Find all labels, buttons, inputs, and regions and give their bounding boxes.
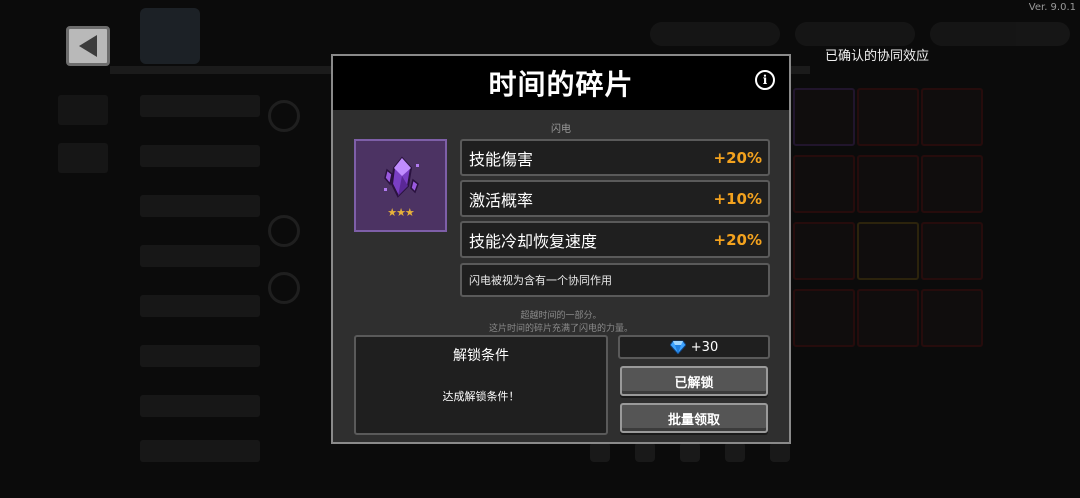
bg-item-slot [857, 155, 919, 213]
back-button[interactable] [66, 26, 110, 66]
bg-list-item [140, 440, 260, 462]
stat-row: 技能冷却恢复速度 +20% [460, 221, 770, 258]
version-label: Ver. 9.0.1 [1028, 2, 1076, 13]
bg-tab [58, 95, 108, 125]
modal-header: 时间的碎片 i [333, 56, 789, 110]
bg-item-slot [793, 289, 855, 347]
bg-list-item [140, 395, 260, 417]
bg-resource-bar [930, 22, 1070, 46]
bg-item-slot [793, 155, 855, 213]
bg-dot [725, 442, 745, 462]
synergy-label[interactable]: 已确认的协同效应 [825, 45, 929, 64]
stat-name: 技能冷却恢复速度 [469, 231, 598, 251]
bg-dot [770, 442, 790, 462]
unlock-title: 解锁条件 [453, 348, 509, 364]
stat-row: 激活概率 +10% [460, 180, 770, 217]
bg-tab [58, 143, 108, 173]
bg-item-slot [793, 222, 855, 280]
bg-list-item [140, 245, 260, 267]
bg-item-slot [921, 222, 983, 280]
stat-value: +20% [713, 230, 762, 249]
bg-item-slot [921, 155, 983, 213]
stat-row: 技能傷害 +20% [460, 139, 770, 176]
item-detail-modal: 时间的碎片 i 闪电 ★★★ 技能傷害 +20% 激活概率 +10% 技能冷却恢… [331, 54, 791, 444]
reward-value: +30 [690, 339, 719, 355]
bg-circle-icon [268, 215, 300, 247]
star-rating: ★★★ [387, 206, 415, 219]
unlock-condition-text: 达成解锁条件！ [442, 390, 520, 403]
bg-item-slot [921, 88, 983, 146]
bg-dot [635, 442, 655, 462]
bg-dot [590, 442, 610, 462]
flavor-text-line: 这片时间的碎片充满了闪电的力量。 [488, 324, 633, 334]
bg-dot [680, 442, 700, 462]
stat-value: +10% [713, 189, 762, 208]
bg-list-item [140, 95, 260, 117]
bg-list-item [140, 195, 260, 217]
bg-list-item [140, 345, 260, 367]
reward-gem-box: +30 [618, 335, 770, 359]
bg-resource-bar [795, 22, 915, 46]
flavor-text-line: 超越时间的一部分。 [520, 311, 602, 321]
batch-claim-button[interactable]: 批量领取 [620, 403, 768, 433]
bg-list-item [140, 145, 260, 167]
bg-item-slot [921, 289, 983, 347]
item-icon-frame: ★★★ [354, 139, 447, 232]
synergy-description: 闪电被视为含有一个协同作用 [460, 263, 770, 297]
diamond-gem-icon [669, 340, 686, 354]
hero-portrait [140, 8, 200, 64]
stat-name: 技能傷害 [469, 149, 534, 169]
unlock-condition-panel: 解锁条件 达成解锁条件！ [354, 335, 608, 435]
stat-name: 激活概率 [469, 190, 534, 210]
bg-item-slot [857, 222, 919, 280]
bg-resource-bar [650, 22, 780, 46]
bg-circle-icon [268, 272, 300, 304]
stat-value: +20% [713, 148, 762, 167]
bg-item-slot [793, 88, 855, 146]
modal-title: 时间的碎片 [488, 68, 634, 101]
bg-item-slot [857, 289, 919, 347]
bg-list-item [140, 295, 260, 317]
purple-crystal-icon [383, 156, 419, 198]
back-arrow-icon [79, 35, 97, 57]
unlocked-button[interactable]: 已解锁 [620, 366, 768, 396]
info-icon[interactable]: i [755, 70, 775, 90]
bg-circle-icon [268, 100, 300, 132]
item-subtitle: 闪电 [551, 124, 571, 135]
bg-item-slot [857, 88, 919, 146]
